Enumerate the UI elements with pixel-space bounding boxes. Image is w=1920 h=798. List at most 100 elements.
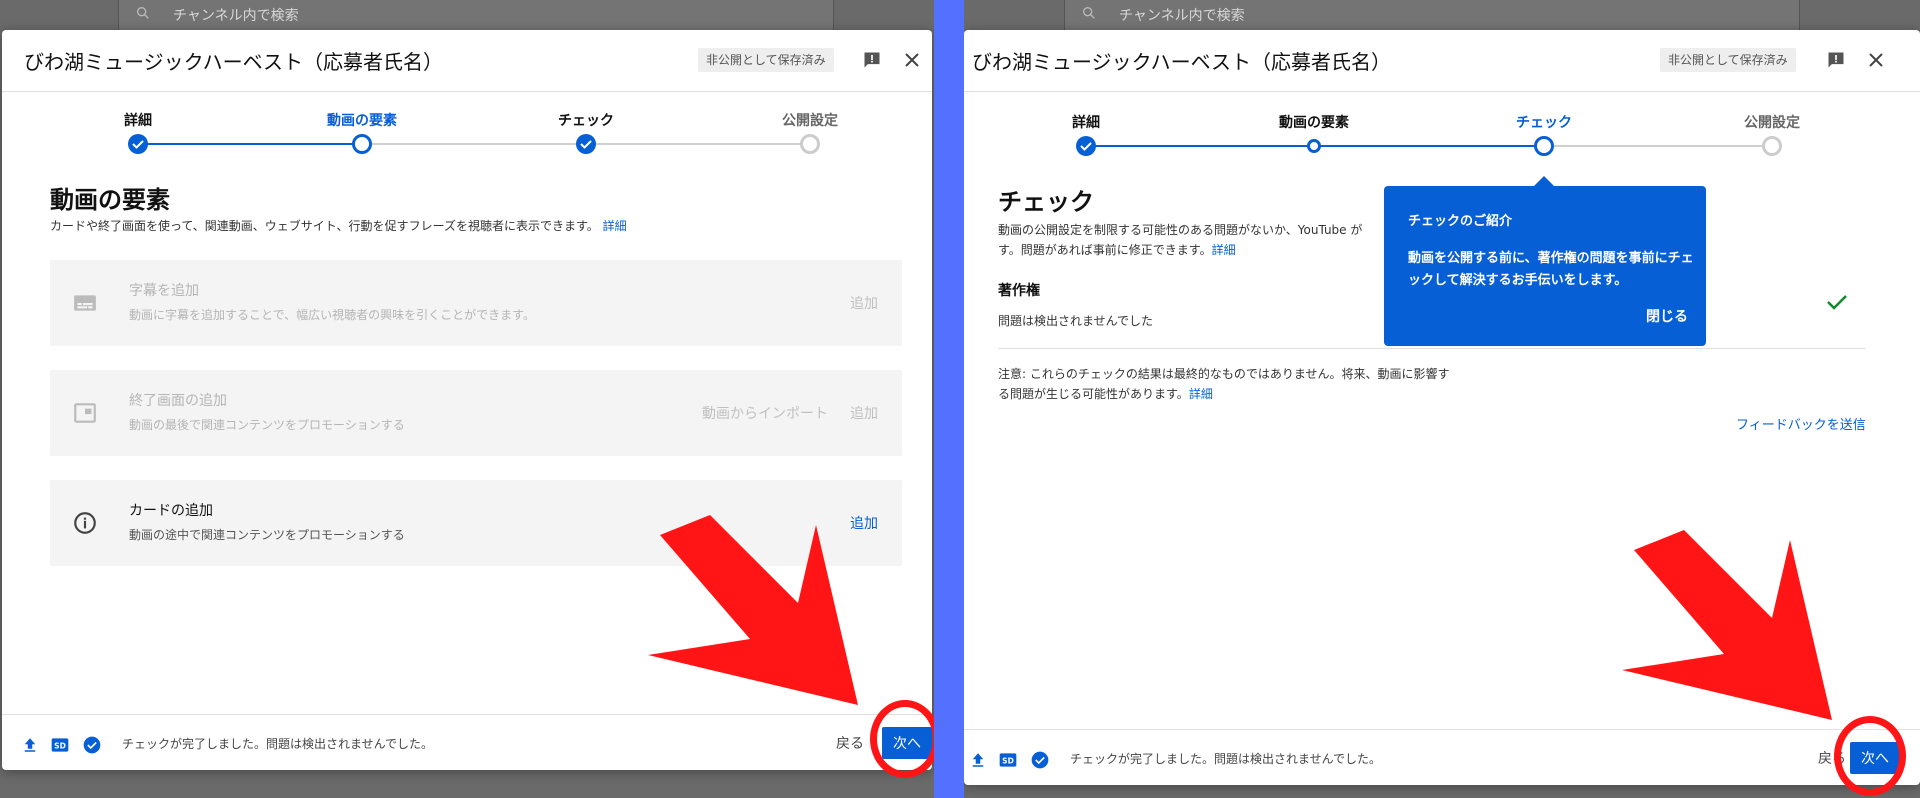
progress-stepper: 詳細 動画の要素 チェック 公開設定	[964, 112, 1920, 162]
section-description-line: 動画の公開設定を制限する可能性のある問題がないか、YouTube が	[998, 223, 1363, 237]
add-subtitles-button[interactable]: 追加	[850, 293, 878, 313]
feedback-icon[interactable]	[860, 48, 884, 72]
step-label: チェック	[558, 113, 614, 129]
info-icon	[74, 512, 96, 534]
footer-status-text: チェックが完了しました。問題は検出されませんでした。	[1070, 752, 1382, 766]
step-label: 動画の要素	[327, 113, 397, 129]
dialog-footer: SD チェックが完了しました。問題は検出されませんでした。 戻る 次へ	[964, 729, 1920, 785]
tooltip-caret	[1534, 176, 1554, 186]
search-placeholder: チャンネル内で検索	[1119, 8, 1245, 24]
section-description-line-2: す。問題があれば事前に修正できます。詳細	[998, 240, 1398, 260]
step-details[interactable]: 詳細	[78, 110, 198, 154]
red-arrow-annotation	[1622, 530, 1832, 720]
step-video-elements[interactable]: 動画の要素	[1254, 112, 1374, 153]
close-icon[interactable]	[900, 48, 924, 72]
step-details[interactable]: 詳細	[1026, 112, 1146, 156]
import-from-video-button[interactable]: 動画からインポート	[702, 403, 828, 423]
step-label: チェック	[1516, 115, 1572, 131]
background-channel-search: チャンネル内で検索	[1064, 0, 1800, 30]
section-description: カードや終了画面を使って、関連動画、ウェブサイト、行動を促すフレーズを視聴者に表…	[50, 216, 627, 236]
details-link[interactable]: 詳細	[603, 219, 627, 233]
right-screenshot-panel: チャンネル内で検索 びわ湖ミュージックハーベスト（応募者氏名） 非公開として保存…	[964, 0, 1920, 798]
step-line-pending	[1544, 145, 1772, 147]
step-label: 動画の要素	[1279, 115, 1349, 131]
close-icon[interactable]	[1864, 48, 1888, 72]
dialog-header: びわ湖ミュージックハーベスト（応募者氏名） 非公開として保存済み	[2, 30, 932, 92]
tooltip-close-button[interactable]: 閉じる	[1646, 306, 1688, 326]
section-description-text: す。問題があれば事前に修正できます。	[998, 243, 1212, 257]
end-screen-card: 終了画面の追加 動画の最後で関連コンテンツをプロモーションする 動画からインポー…	[50, 370, 902, 456]
end-screen-icon	[74, 403, 96, 423]
progress-stepper: 詳細 動画の要素 チェック 公開設定	[2, 110, 932, 160]
step-indicator	[1307, 139, 1321, 153]
step-visibility[interactable]: 公開設定	[1712, 112, 1832, 156]
section-description-text: カードや終了画面を使って、関連動画、ウェブサイト、行動を促すフレーズを視聴者に表…	[50, 219, 599, 233]
sd-icon: SD	[50, 735, 70, 755]
disclaimer-text: る問題が生じる可能性があります。	[998, 387, 1189, 401]
subtitles-card: 字幕を追加 動画に字幕を追加することで、幅広い視聴者の興味を引くことができます。…	[50, 260, 902, 346]
section-description: 動画の公開設定を制限する可能性のある問題がないか、YouTube が す。問題が…	[998, 220, 1398, 260]
check-icon	[576, 134, 596, 154]
dialog-title: びわ湖ミュージックハーベスト（応募者氏名）	[972, 50, 1391, 74]
step-label: 詳細	[124, 113, 152, 129]
dialog-footer: SD チェックが完了しました。問題は検出されませんでした。 戻る 次へ	[2, 714, 932, 770]
add-end-screen-button[interactable]: 追加	[850, 403, 878, 423]
tooltip-body: 動画を公開する前に、著作権の問題を事前にチェックして解決するお手伝いをします。	[1408, 251, 1694, 288]
svg-text:SD: SD	[54, 741, 66, 750]
card-title: 終了画面の追加	[129, 393, 227, 409]
card-title: カードの追加	[129, 503, 213, 519]
checks-intro-tooltip: チェックのご紹介 動画を公開する前に、著作権の問題を事前にチェックして解決するお…	[1384, 176, 1706, 346]
red-arrow-annotation	[648, 515, 858, 705]
back-button[interactable]: 戻る	[836, 733, 864, 753]
check-icon	[1076, 136, 1096, 156]
card-description: 動画の途中で関連コンテンツをプロモーションする	[129, 528, 405, 542]
section-title: 動画の要素	[50, 186, 170, 214]
search-icon	[137, 6, 149, 19]
step-label: 公開設定	[782, 113, 838, 129]
saved-status-badge: 非公開として保存済み	[698, 48, 834, 72]
red-circle-annotation	[870, 700, 934, 778]
step-label: 公開設定	[1744, 115, 1800, 131]
disclaimer-line-2: る問題が生じる可能性があります。詳細	[998, 384, 1518, 404]
disclaimer-line: 注意: これらのチェックの結果は最終的なものではありません。将来、動画に影響す	[998, 367, 1450, 381]
sd-icon: SD	[998, 750, 1018, 770]
left-screenshot-panel: チャンネル内で検索 びわ湖ミュージックハーベスト（応募者氏名） 非公開として保存…	[0, 0, 934, 798]
tooltip-title: チェックのご紹介	[1408, 214, 1513, 229]
step-checks[interactable]: チェック	[526, 110, 646, 154]
feedback-icon[interactable]	[1824, 48, 1848, 72]
card-description: 動画に字幕を追加することで、幅広い視聴者の興味を引くことができます。	[129, 308, 535, 322]
step-video-elements[interactable]: 動画の要素	[302, 110, 422, 154]
section-title: チェック	[998, 188, 1094, 216]
copyright-status: 問題は検出されませんでした	[998, 314, 1154, 328]
upload-icon	[968, 750, 988, 770]
subtitles-icon	[74, 295, 96, 311]
step-line-done	[138, 143, 362, 145]
check-icon	[128, 134, 148, 154]
divider	[998, 348, 1866, 349]
step-label: 詳細	[1072, 115, 1100, 131]
current-step-indicator	[1534, 136, 1554, 156]
upload-icon	[20, 735, 40, 755]
check-icon	[1827, 295, 1847, 310]
red-circle-annotation	[1834, 716, 1906, 796]
details-link[interactable]: 詳細	[1189, 387, 1213, 401]
search-icon	[1083, 6, 1095, 19]
pending-step-indicator	[1762, 136, 1782, 156]
pending-step-indicator	[800, 134, 820, 154]
panel-divider	[934, 0, 964, 798]
svg-text:SD: SD	[1002, 756, 1014, 765]
background-channel-search: チャンネル内で検索	[118, 0, 834, 30]
step-checks[interactable]: チェック	[1484, 112, 1604, 156]
dialog-title: びわ湖ミュージックハーベスト（応募者氏名）	[24, 50, 443, 74]
card-description: 動画の最後で関連コンテンツをプロモーションする	[129, 418, 405, 432]
dialog-header: びわ湖ミュージックハーベスト（応募者氏名） 非公開として保存済み	[964, 30, 1920, 92]
copyright-title: 著作権	[998, 283, 1040, 299]
step-visibility[interactable]: 公開設定	[750, 110, 870, 154]
saved-status-badge: 非公開として保存済み	[1660, 48, 1796, 72]
send-feedback-link[interactable]: フィードバックを送信	[1736, 414, 1866, 433]
footer-status-text: チェックが完了しました。問題は検出されませんでした。	[122, 737, 434, 751]
search-placeholder: チャンネル内で検索	[173, 8, 299, 24]
details-link[interactable]: 詳細	[1212, 243, 1236, 257]
card-title: 字幕を追加	[129, 283, 199, 299]
disclaimer-note: 注意: これらのチェックの結果は最終的なものではありません。将来、動画に影響す …	[998, 364, 1518, 404]
